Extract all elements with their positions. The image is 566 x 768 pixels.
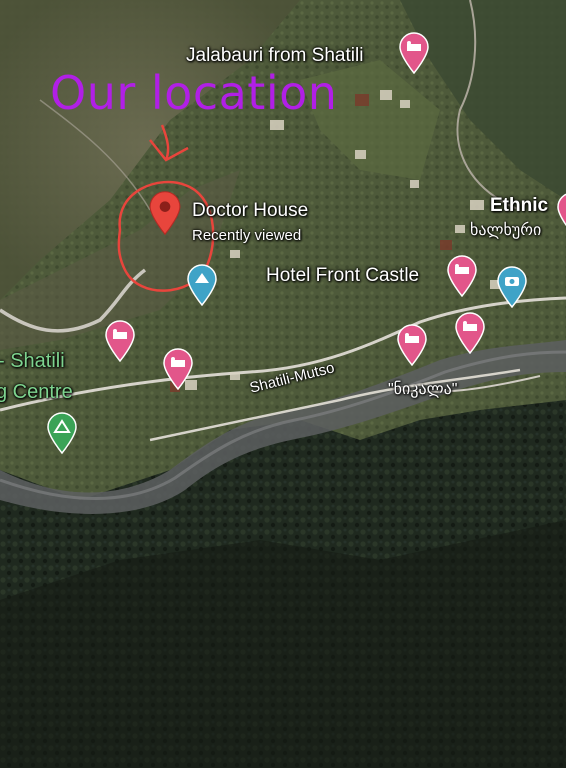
hotel-pin-icon[interactable] (396, 324, 428, 366)
hotel-pin-icon[interactable] (162, 348, 194, 390)
label-recently-viewed: Recently viewed (192, 227, 302, 244)
label-shatili-partial[interactable]: - Shatili (0, 350, 65, 373)
annotation-text: Our location (50, 66, 338, 120)
label-ethnic-georgian: ხალხური (470, 222, 542, 239)
label-jalabauri[interactable]: Jalabauri from Shatili (186, 45, 363, 67)
label-centre-partial[interactable]: g Centre (0, 381, 73, 404)
hotel-pin-icon[interactable] (556, 192, 566, 234)
label-nikala[interactable]: "ნიკალა" (388, 379, 457, 399)
location-pin-icon[interactable] (148, 190, 182, 236)
label-hotel-front-castle[interactable]: Hotel Front Castle (266, 265, 419, 287)
label-ethnic[interactable]: Ethnic (490, 195, 548, 217)
attraction-pin-icon[interactable] (186, 264, 218, 306)
hotel-pin-icon[interactable] (398, 32, 430, 74)
label-doctor-house[interactable]: Doctor House (192, 200, 308, 222)
park-pin-icon[interactable] (46, 412, 78, 454)
hotel-pin-icon[interactable] (104, 320, 136, 362)
hotel-pin-icon[interactable] (454, 312, 486, 354)
camera-pin-icon[interactable] (496, 266, 528, 308)
hotel-pin-icon[interactable] (446, 255, 478, 297)
